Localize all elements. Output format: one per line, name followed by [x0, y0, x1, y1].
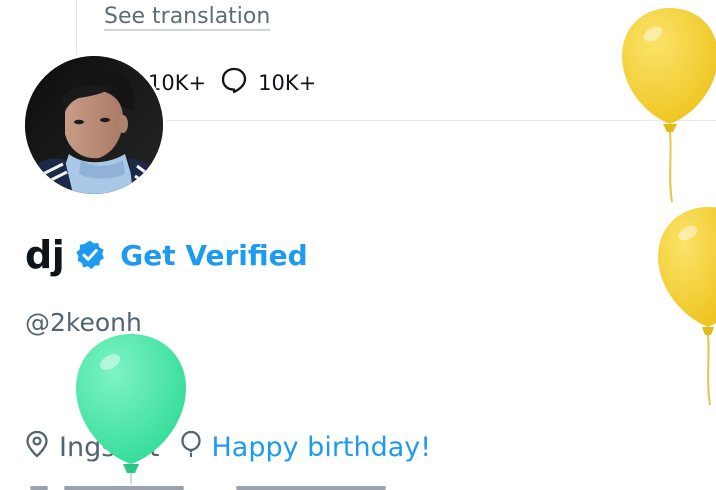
- profile-page: See translation 10K+ 10K+ dj Get Verifie…: [0, 0, 716, 490]
- see-translation-link[interactable]: See translation: [104, 4, 270, 29]
- profile-handle: @2keonh: [25, 308, 142, 337]
- reposts-count: 10K+: [148, 70, 207, 95]
- location-item: Ingshot: [25, 430, 160, 465]
- avatar[interactable]: [25, 56, 163, 194]
- yellow-balloon-icon: [658, 207, 716, 405]
- verified-badge-icon[interactable]: [74, 239, 106, 271]
- location-pin-icon: [25, 430, 49, 465]
- birthday-link[interactable]: Happy birthday!: [212, 432, 432, 463]
- tweet-stats: 10K+ 10K+: [148, 66, 316, 99]
- replies-count: 10K+: [258, 70, 317, 95]
- name-row: dj Get Verified: [25, 233, 308, 277]
- next-row-text: [236, 486, 386, 490]
- replies-stat[interactable]: 10K+: [220, 66, 316, 99]
- get-verified-button[interactable]: Get Verified: [120, 239, 307, 272]
- avatar-photo: [25, 56, 163, 194]
- reposts-stat[interactable]: 10K+: [148, 71, 206, 95]
- next-row-text: [64, 486, 184, 490]
- reply-bubble-icon: [220, 66, 248, 99]
- next-row-icon: [30, 486, 48, 490]
- green-balloon-icon: [76, 334, 186, 490]
- profile-info-row: Ingshot Happy birthday!: [25, 430, 431, 465]
- display-name: dj: [25, 233, 65, 277]
- birthday-item: Happy birthday!: [180, 430, 432, 465]
- balloon-icon: [180, 430, 202, 465]
- location-text: Ingshot: [59, 432, 160, 463]
